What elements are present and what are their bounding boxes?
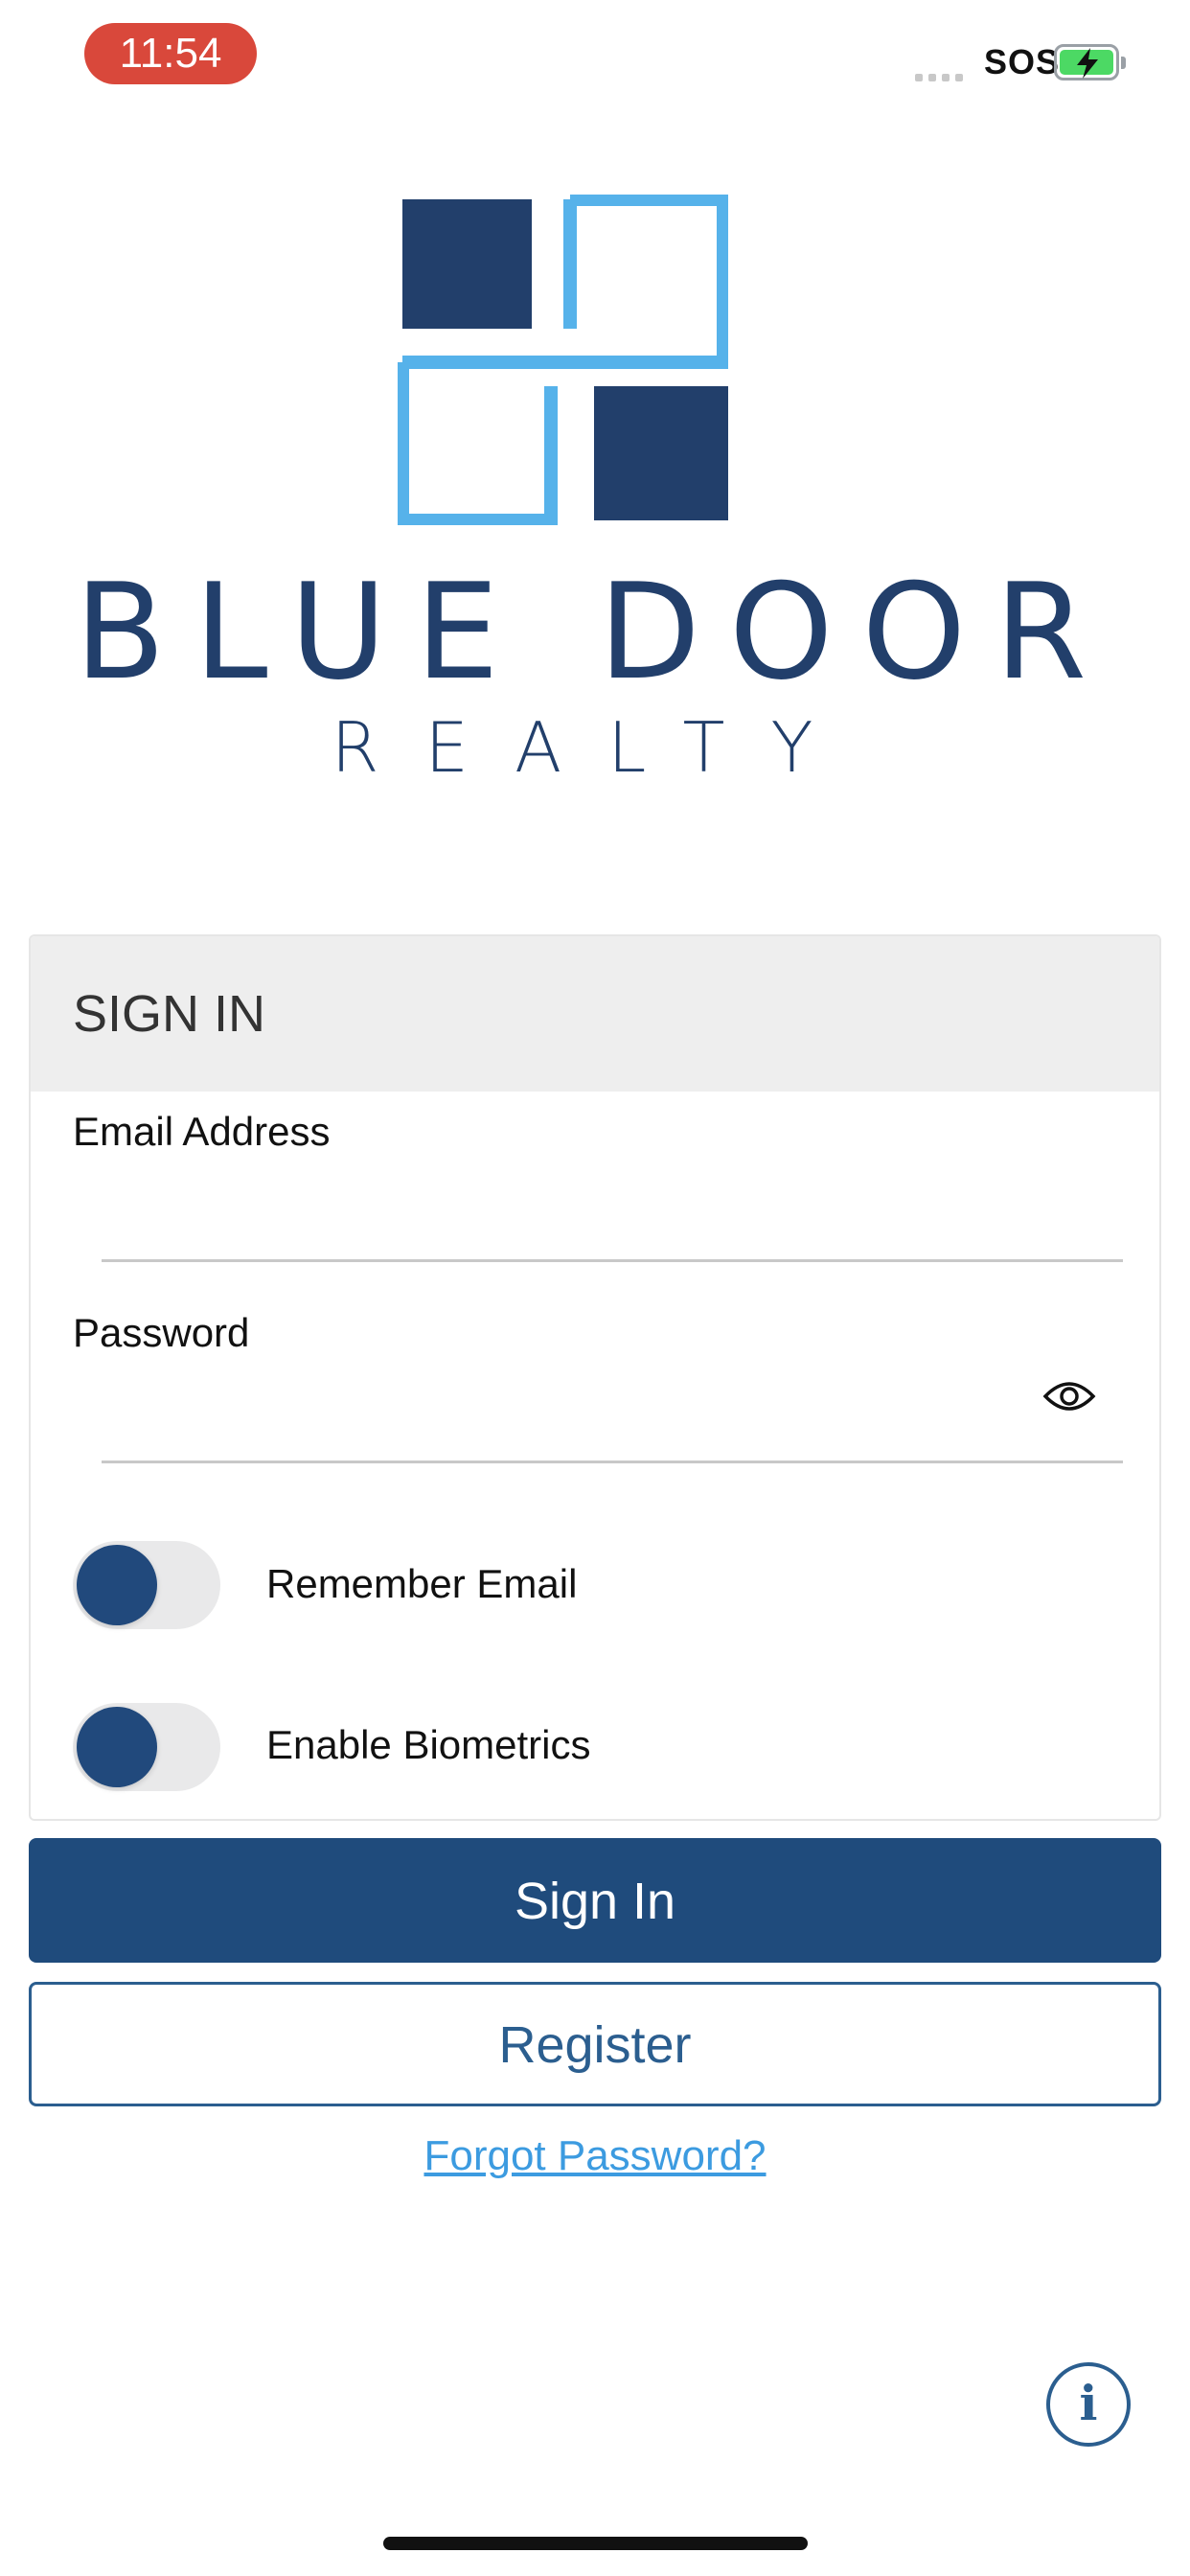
sign-in-card: SIGN IN Email Address Password Remember … [29,934,1161,1821]
brand-tagline: REALTY [331,707,859,788]
eye-icon[interactable] [1042,1377,1096,1415]
brand-logo-mark [396,193,730,530]
sign-in-title: SIGN IN [31,936,1159,1092]
battery-charging-icon [1054,44,1126,80]
email-field[interactable] [102,1166,1123,1233]
toggle-knob [77,1707,157,1787]
register-button[interactable]: Register [29,1982,1161,2106]
toggle-knob [77,1545,157,1625]
email-field-underline [102,1259,1123,1262]
enable-biometrics-label: Enable Biometrics [266,1722,591,1767]
password-label: Password [73,1310,250,1355]
remember-email-label: Remember Email [266,1561,578,1606]
password-field[interactable] [102,1368,1021,1435]
cellular-signal-icon [915,69,969,81]
sign-in-button[interactable]: Sign In [29,1838,1161,1963]
brand-name: BLUE DOOR [74,555,1116,709]
forgot-password-link[interactable]: Forgot Password? [0,2132,1190,2180]
carrier-label: SOS [984,42,1061,81]
email-label: Email Address [73,1109,331,1154]
status-time: 11:54 [84,23,257,84]
password-field-underline [102,1460,1123,1463]
home-indicator[interactable] [383,2537,808,2550]
enable-biometrics-toggle[interactable] [73,1703,220,1791]
remember-email-toggle[interactable] [73,1541,220,1629]
info-icon[interactable]: i [1046,2362,1131,2447]
